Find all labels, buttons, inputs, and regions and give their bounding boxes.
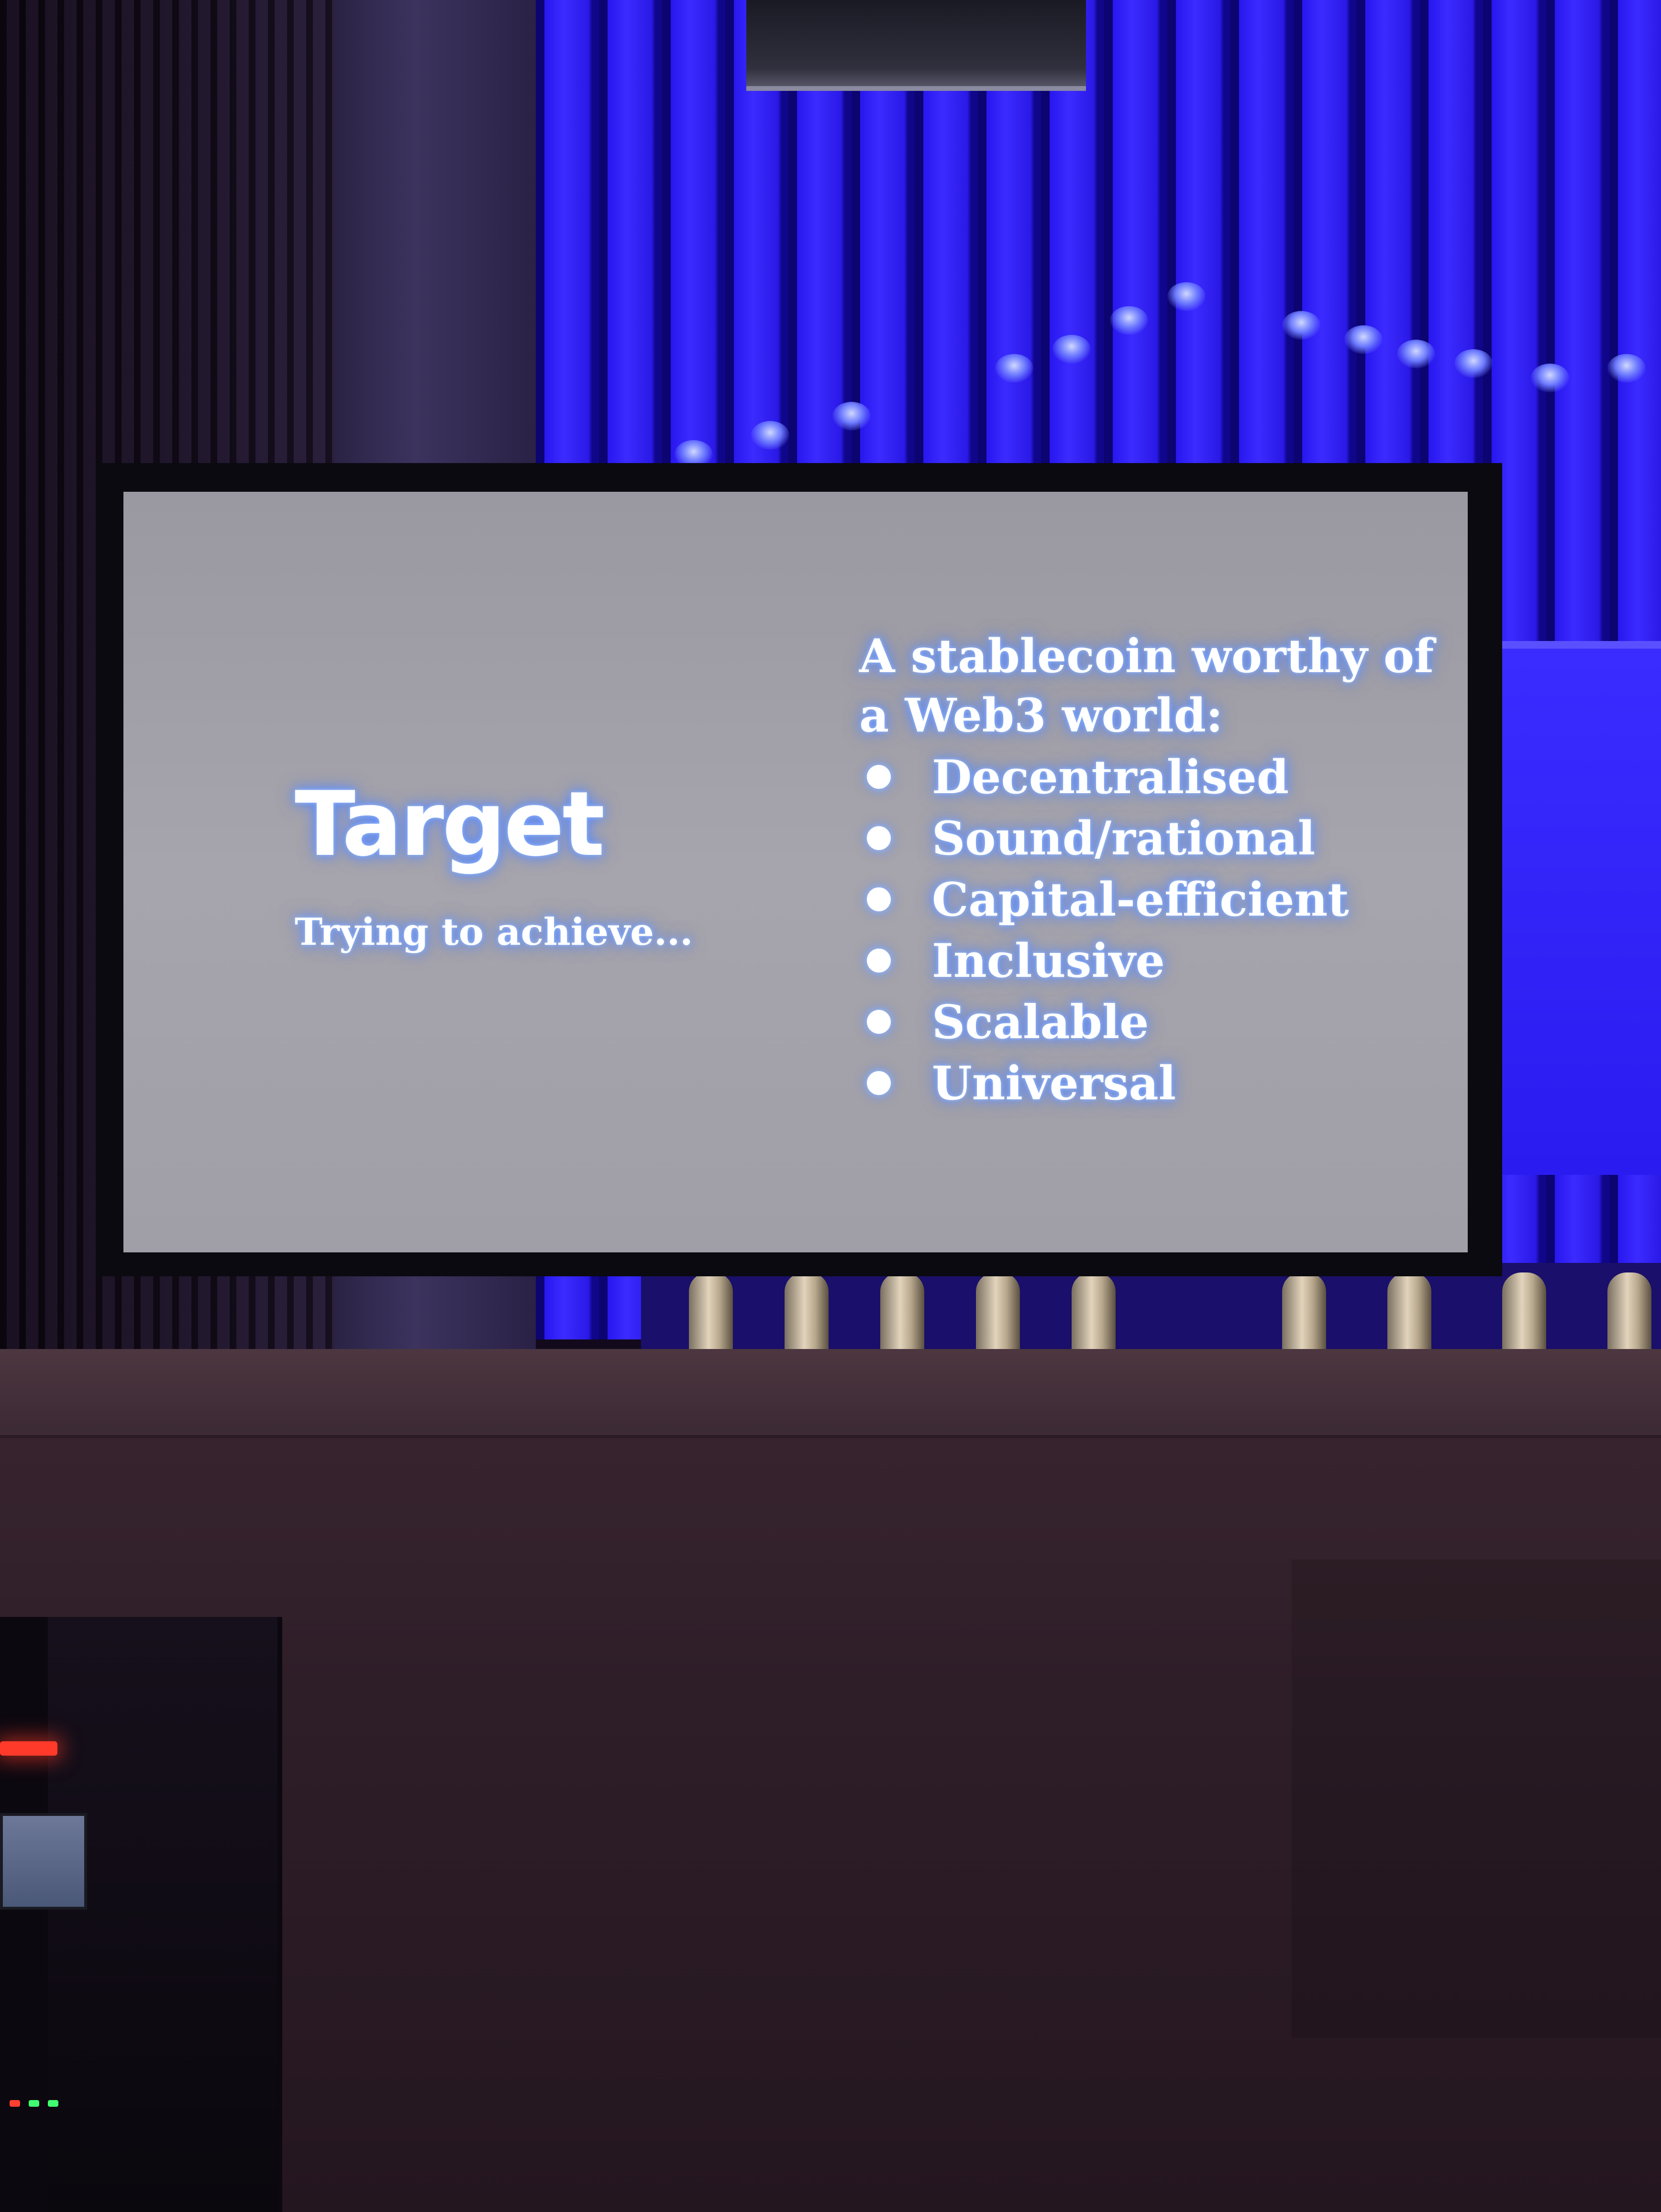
booth-interior [48, 1617, 277, 2212]
wall-cornice [0, 1349, 1661, 1438]
list-item-label: Decentralised [932, 750, 1289, 804]
pipe-highlight [1052, 335, 1091, 364]
bullet-icon [867, 765, 891, 789]
slide-title: Target [295, 772, 605, 876]
led-light [10, 2100, 20, 2107]
bullet-icon [867, 1071, 891, 1095]
pipe-highlight [995, 354, 1033, 383]
list-item: Universal [867, 1052, 1349, 1114]
bullet-icon [867, 887, 891, 911]
pipe-highlight [1531, 364, 1569, 392]
list-item-label: Universal [932, 1056, 1176, 1110]
red-indicator-light [0, 1741, 57, 1756]
pipe-highlight [1110, 306, 1148, 335]
pipe-highlight [1167, 282, 1206, 311]
list-item-label: Sound/rational [932, 811, 1316, 865]
list-item-label: Capital-efficient [932, 872, 1349, 927]
bullet-icon [867, 826, 891, 850]
pipe-highlight [751, 421, 789, 450]
wall-panel [1292, 1559, 1661, 2038]
preview-monitor [0, 1813, 87, 1910]
list-item: Decentralised [867, 746, 1349, 807]
bullet-icon [867, 1010, 891, 1034]
list-item: Inclusive [867, 930, 1349, 991]
pipe-highlight [1282, 311, 1320, 340]
lit-banner [1493, 641, 1661, 1175]
list-item: Sound/rational [867, 807, 1349, 869]
led-light [29, 2100, 39, 2107]
led-light [48, 2100, 58, 2107]
pipe-highlight [1397, 340, 1435, 368]
pipe-highlight [1607, 354, 1646, 383]
list-item: Scalable [867, 991, 1349, 1052]
pipe-highlight [832, 402, 871, 431]
pipe-highlight [1344, 325, 1383, 354]
slide-heading: A stablecoin worthy of a Web3 world: [859, 629, 1434, 742]
organ-ledge [746, 0, 1086, 91]
list-item-label: Inclusive [932, 933, 1165, 988]
pipe-highlight [1454, 349, 1493, 378]
control-booth [0, 1617, 282, 2212]
list-item: Capital-efficient [867, 869, 1349, 930]
bullet-list: Decentralised Sound/rational Capital-eff… [867, 746, 1349, 1114]
list-item-label: Scalable [932, 995, 1149, 1049]
bullet-icon [867, 949, 891, 973]
slide-subtitle: Trying to achieve... [295, 910, 693, 954]
venue-scene: Target Trying to achieve... A stablecoin… [0, 0, 1661, 2212]
